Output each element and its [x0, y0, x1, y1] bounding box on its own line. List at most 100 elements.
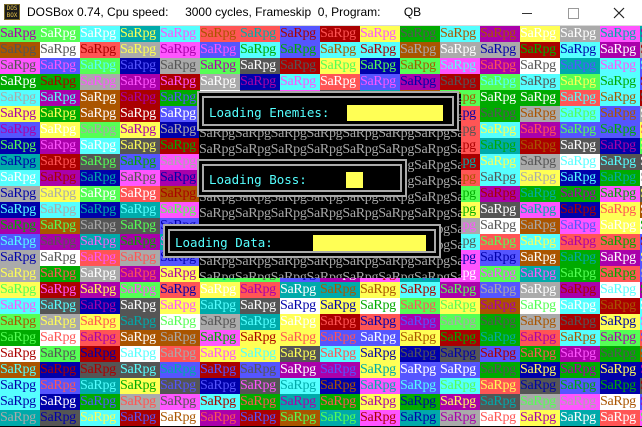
tile-text: SaRpg — [600, 362, 640, 378]
tile-text: SaRpg — [600, 122, 640, 138]
loading-data-label: Loading Data: — [175, 235, 273, 250]
tile-text: SaRpg — [600, 202, 640, 218]
tile-text: SaRpg — [120, 202, 160, 218]
tile-text: SaRpg — [320, 42, 360, 58]
tile-text: SaRpg — [520, 74, 560, 90]
tile-text: SaRpg — [0, 234, 40, 250]
tile-text: SaRpg — [200, 314, 240, 330]
tile-text: SaRpg — [120, 74, 160, 90]
tile-text: SaRpg — [600, 90, 640, 106]
tile-text: SaRpg — [600, 394, 640, 410]
tile-text: SaRpg — [200, 362, 240, 378]
tile-text: SaRpg — [120, 314, 160, 330]
tile-text: SaRpg — [360, 378, 400, 394]
tile-text: SaRpg — [480, 394, 520, 410]
tile-text: SaRpg — [480, 42, 520, 58]
tile-text: SaRpg — [0, 186, 40, 202]
tile-text: SaRpg — [0, 154, 40, 170]
tile-text: SaRpg — [280, 346, 320, 362]
tile-text: SaRpg — [480, 330, 520, 346]
tile-text: SaRpg — [40, 186, 80, 202]
tile-text: SaRpg — [160, 74, 200, 90]
tile-text: SaRpg — [360, 282, 400, 298]
tile-text: SaRpg — [120, 234, 160, 250]
tile-text: SaRpg — [120, 58, 160, 74]
tile-text: SaRpg — [80, 154, 120, 170]
tile-text: SaRpg — [480, 202, 520, 218]
tile-text: SaRpg — [0, 138, 40, 154]
tile-text: SaRpg — [520, 394, 560, 410]
tile-text: SaRpg — [40, 122, 80, 138]
tile-text: SaRpg — [600, 410, 640, 426]
tile-text: SaRpg — [440, 314, 480, 330]
tile-text: SaRpg — [80, 58, 120, 74]
tile-text: SaRpg — [560, 26, 600, 42]
maximize-button[interactable] — [550, 0, 596, 26]
tile-text: SaRpg — [120, 282, 160, 298]
tile-text: SaRpg — [480, 314, 520, 330]
loading-data-progress-fill — [313, 235, 426, 251]
tile-text: SaRpg — [160, 170, 200, 186]
tile-text: SaRpg — [480, 154, 520, 170]
tile-text: SaRpg — [600, 154, 640, 170]
tile-text: SaRpg — [40, 170, 80, 186]
tile-text: SaRpg — [320, 410, 360, 426]
tile-text: SaRpg — [520, 298, 560, 314]
tile-text: SaRpg — [40, 218, 80, 234]
tile-text: SaRpg — [400, 362, 440, 378]
tile-text: SaRpg — [120, 394, 160, 410]
loading-boss-dialog: Loading Boss: — [197, 159, 407, 197]
tile-text: SaRpg — [120, 90, 160, 106]
tile-text: SaRpg — [480, 250, 520, 266]
tile-text: SaRpg — [200, 346, 240, 362]
window-titlebar[interactable]: DOS BOX DOSBox 0.74, Cpu speed: 3000 cyc… — [0, 0, 642, 26]
tile-text: SaRpg — [360, 330, 400, 346]
tile-text: SaRpg — [560, 106, 600, 122]
tile-text: SaRpg — [600, 282, 640, 298]
tile-text: SaRpg — [560, 90, 600, 106]
tile-text: SaRpg — [520, 170, 560, 186]
tile-text: SaRpg — [40, 234, 80, 250]
tile-text: SaRpg — [600, 26, 640, 42]
tile-text: SaRpg — [440, 58, 480, 74]
minimize-button[interactable] — [504, 0, 550, 26]
tile-text: SaRpg — [160, 138, 200, 154]
tile-text: SaRpg — [160, 106, 200, 122]
tile-text: SaRpg — [160, 122, 200, 138]
tile-text: SaRpg — [40, 58, 80, 74]
tile-text: SaRpg — [120, 218, 160, 234]
tile-text: SaRpg — [520, 266, 560, 282]
tile-text: SaRpg — [360, 42, 400, 58]
tile-text: SaRpg — [480, 186, 520, 202]
tile-text: SaRpg — [280, 362, 320, 378]
tile-text: SaRpg — [40, 42, 80, 58]
tile-text: SaRpg — [80, 266, 120, 282]
tile-text: SaRpg — [160, 362, 200, 378]
tile-text: SaRpg — [520, 282, 560, 298]
tile-text: SaRpg — [400, 378, 440, 394]
tile-text: SaRpg — [80, 314, 120, 330]
tile-text: SaRpg — [240, 298, 280, 314]
tile-text: SaRpg — [600, 266, 640, 282]
tile-text: SaRpg — [560, 138, 600, 154]
tile-text: SaRpg — [160, 186, 200, 202]
tile-text: SaRpg — [400, 410, 440, 426]
tile-text: SaRpg — [280, 42, 320, 58]
tile-text: SaRpg — [440, 410, 480, 426]
dosbox-app-icon[interactable]: DOS BOX — [4, 4, 20, 20]
loading-enemies-label: Loading Enemies: — [209, 105, 330, 120]
tile-text: SaRpg — [360, 410, 400, 426]
tile-text: SaRpg — [320, 282, 360, 298]
close-button[interactable] — [596, 0, 642, 26]
tile-text: SaRpg — [120, 250, 160, 266]
loading-enemies-progress-bar — [347, 105, 443, 121]
tile-text: SaRpg — [0, 218, 40, 234]
tile-text: SaRpg — [560, 378, 600, 394]
close-icon — [613, 7, 625, 19]
tile-text: SaRpg — [80, 186, 120, 202]
tile-text: SaRpg — [240, 394, 280, 410]
tile-text: SaRpg — [200, 42, 240, 58]
tile-text: SaRpg — [560, 202, 600, 218]
tile-text: SaRpg — [280, 298, 320, 314]
tile-text: SaRpg — [0, 282, 40, 298]
